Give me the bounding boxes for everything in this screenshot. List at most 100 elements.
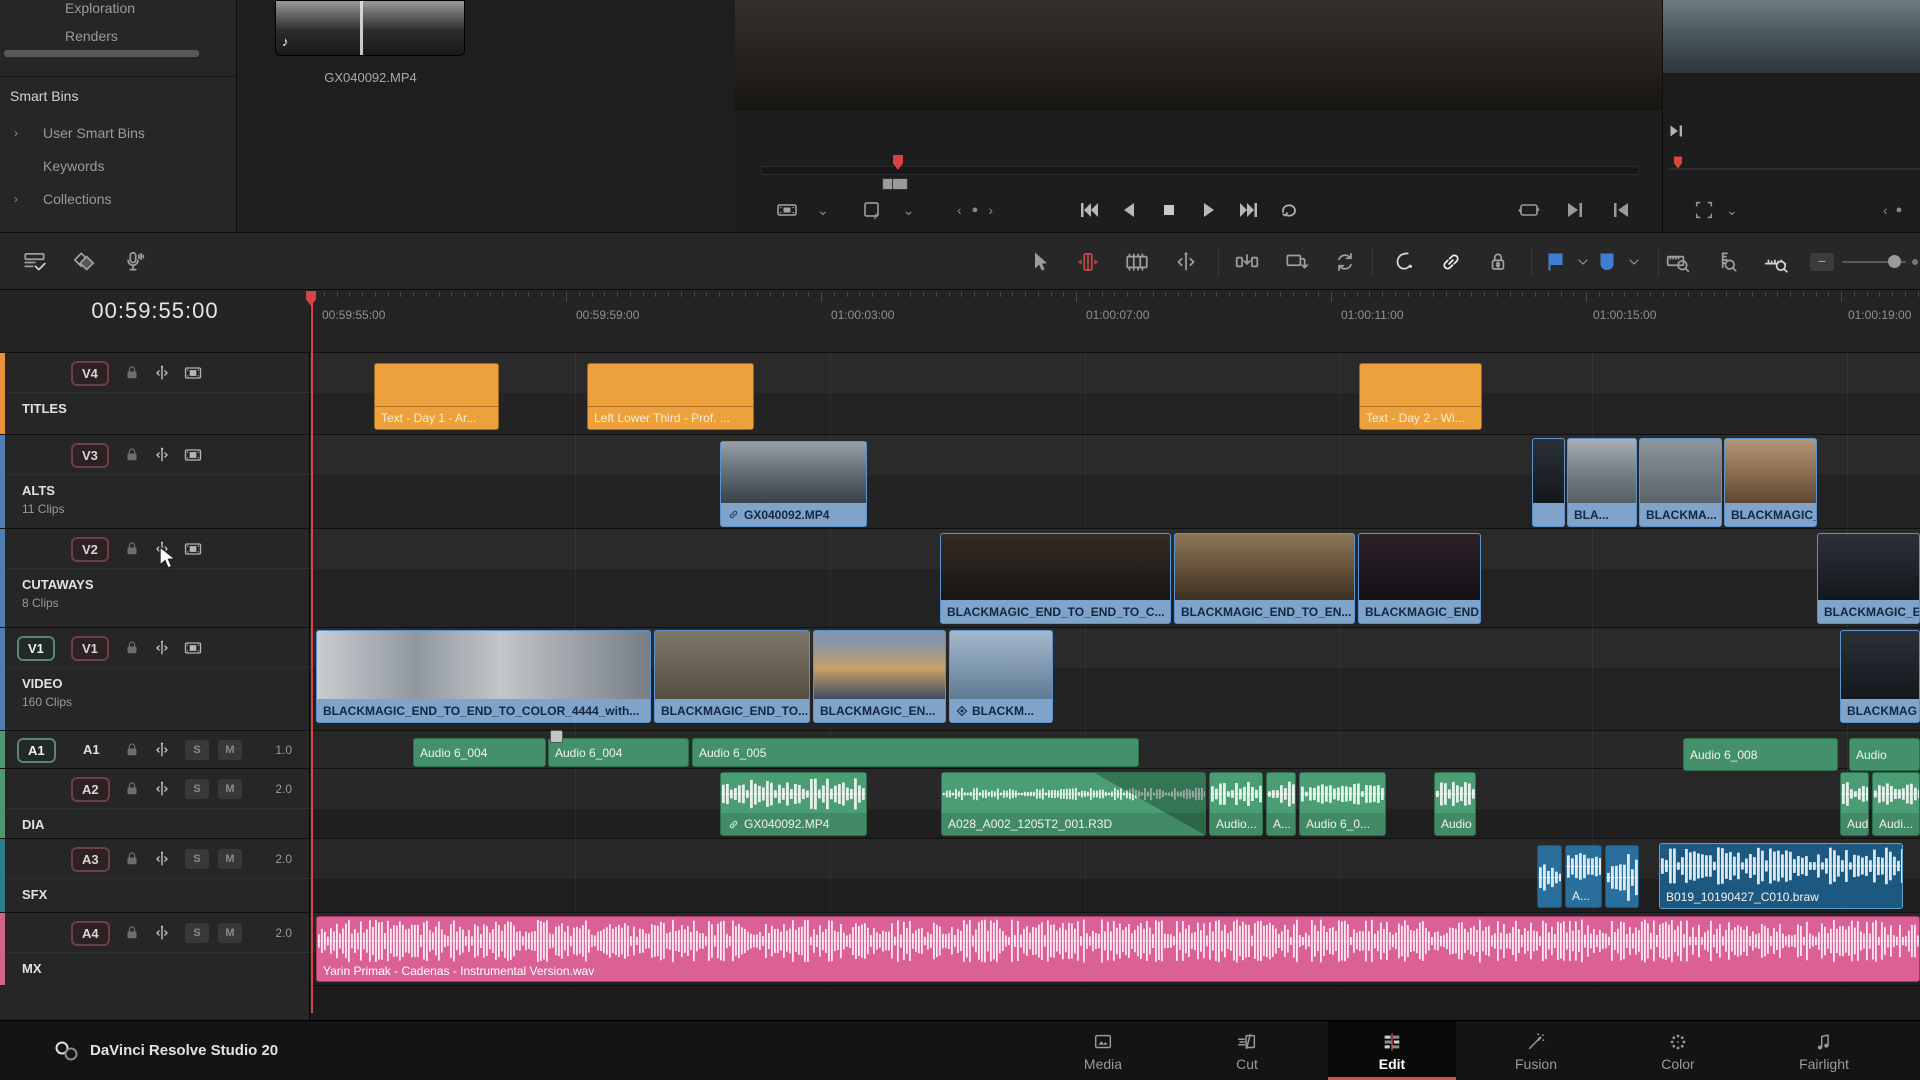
jump-next-edit-icon[interactable] — [1665, 120, 1687, 142]
tab-edit[interactable]: Edit — [1328, 1021, 1456, 1080]
chevron-down-icon[interactable] — [1570, 249, 1596, 275]
marker-icon[interactable] — [1594, 249, 1620, 275]
play-to-end-icon[interactable] — [1561, 196, 1589, 224]
tab-color[interactable]: Color — [1614, 1021, 1742, 1080]
timeline-clip-sfx[interactable] — [1537, 845, 1562, 908]
crop-corners-icon[interactable] — [1690, 196, 1718, 224]
current-clip-dot-icon[interactable]: ● — [972, 204, 979, 216]
solo-button[interactable]: S — [185, 923, 209, 943]
timeline-clip-audio[interactable]: Audio ... — [1434, 772, 1476, 836]
track-header-A3[interactable]: A3SM2.0SFX — [0, 838, 310, 912]
timeline-clip-music[interactable]: Yarin Primak - Cadenas - Instrumental Ve… — [316, 916, 1920, 982]
skip-back-icon[interactable] — [1607, 196, 1635, 224]
timeline-clip-video[interactable]: BLACKMAGIC_E — [1817, 533, 1920, 624]
auto-select-icon[interactable] — [151, 637, 173, 659]
timeline-clip-video[interactable]: BLACKMAGIC_END_TO_END_TO_COLOR_4444_with… — [316, 630, 651, 723]
voiceover-mic-icon[interactable] — [120, 249, 146, 275]
overwrite-clip-icon[interactable] — [1283, 249, 1309, 275]
sidebar-scrollbar[interactable] — [4, 50, 199, 57]
zoom-slider-handle[interactable] — [1888, 255, 1901, 268]
destination-badge-V1[interactable]: V1 — [17, 636, 55, 661]
timeline-clip-audio[interactable]: Audio 6_008 — [1683, 738, 1838, 771]
track-name-V3[interactable]: ALTS — [22, 483, 55, 498]
first-frame-icon[interactable] — [1075, 196, 1103, 224]
timeline-clip-audio[interactable]: Aud... — [1840, 772, 1869, 836]
timeline-clip-audio[interactable]: Audio... — [1209, 772, 1263, 836]
secondary-video-frame[interactable] — [1663, 0, 1920, 73]
sidebar-item-collections[interactable]: Collections — [43, 191, 111, 207]
zoom-full-icon[interactable] — [1665, 249, 1691, 275]
sidebar-item-renders[interactable]: Renders — [65, 28, 118, 44]
chevron-down-icon[interactable] — [1621, 249, 1647, 275]
zoom-detail-icon[interactable] — [1714, 249, 1740, 275]
link-clips-icon[interactable] — [1438, 249, 1464, 275]
track-name-A3[interactable]: SFX — [22, 887, 47, 902]
mute-button[interactable]: M — [218, 779, 242, 799]
lock-icon[interactable] — [121, 362, 143, 384]
chevron-down-icon[interactable]: ⌄ — [817, 202, 829, 219]
sidebar-item-exploration[interactable]: Exploration — [65, 0, 135, 16]
filmstrip-icon[interactable] — [182, 637, 204, 659]
track-badge-V1[interactable]: V1 — [71, 636, 109, 661]
play-reverse-icon[interactable] — [1115, 196, 1143, 224]
timeline-clip-audio[interactable]: Audio 6_004 — [548, 738, 689, 767]
lock-icon[interactable] — [121, 637, 143, 659]
timeline-clip-video[interactable]: BLACKMAGIC_EN... — [813, 630, 946, 723]
timeline-clip-video[interactable]: BLACKMAGIC_E... — [1724, 438, 1817, 527]
zoom-out-button[interactable]: − — [1810, 253, 1834, 271]
timeline-clip-video[interactable]: BLACKMAG — [1840, 630, 1920, 723]
timeline-clip-video[interactable]: BLACKMAGIC_END_TO_... — [1358, 533, 1481, 624]
lock-icon[interactable] — [121, 778, 143, 800]
solo-button[interactable]: S — [185, 849, 209, 869]
clip-audio-icon[interactable]: ♪ — [859, 196, 887, 224]
chevron-down-icon[interactable]: ⌄ — [1726, 202, 1738, 219]
timeline-clip-audio[interactable]: Audio — [1849, 738, 1920, 771]
timeline-ruler[interactable]: 00:59:55:0000:59:59:0001:00:03:0001:00:0… — [310, 290, 1920, 352]
track-name-V2[interactable]: CUTAWAYS — [22, 577, 94, 592]
tab-fusion[interactable]: Fusion — [1472, 1021, 1600, 1080]
auto-select-icon[interactable] — [151, 778, 173, 800]
destination-badge-A1[interactable]: A1 — [17, 738, 56, 763]
mute-button[interactable]: M — [218, 849, 242, 869]
solo-button[interactable]: S — [185, 740, 209, 760]
current-clip-dot-icon[interactable]: ● — [1896, 204, 1903, 216]
track-badge-V3[interactable]: V3 — [71, 443, 109, 468]
next-clip-icon[interactable]: › — [988, 202, 993, 218]
solo-button[interactable]: S — [185, 779, 209, 799]
snapping-icon[interactable] — [1391, 249, 1417, 275]
chevron-down-icon[interactable]: ⌄ — [903, 202, 915, 219]
track-header-V3[interactable]: V3ALTS11 Clips — [0, 434, 310, 528]
insert-clip-icon[interactable] — [1234, 249, 1260, 275]
chevron-right-icon[interactable]: › — [14, 126, 18, 140]
track-header-V2[interactable]: V2CUTAWAYS8 Clips — [0, 528, 310, 627]
secondary-playhead-pin[interactable] — [1674, 157, 1682, 169]
track-name-A2[interactable]: DIA — [22, 817, 44, 832]
dynamic-trim-icon[interactable] — [1173, 249, 1199, 275]
position-lock-icon[interactable] — [1485, 249, 1511, 275]
timeline-clip-audio[interactable]: Audio 6_004 — [413, 738, 546, 767]
timeline-clip-audio[interactable]: A028_A002_1205T2_001.R3D — [941, 772, 1206, 836]
tab-fairlight[interactable]: Fairlight — [1760, 1021, 1888, 1080]
auto-select-icon[interactable] — [151, 739, 173, 761]
flag-icon[interactable] — [1543, 249, 1569, 275]
lock-icon[interactable] — [121, 922, 143, 944]
loop-icon[interactable] — [1275, 196, 1303, 224]
timeline-clip-title[interactable]: Text - Day 1 - Ar... — [374, 363, 499, 430]
track-header-V4[interactable]: V4TITLES — [0, 352, 310, 434]
track-name-V1[interactable]: VIDEO — [22, 676, 62, 691]
auto-select-icon[interactable] — [151, 848, 173, 870]
previous-clip-icon[interactable]: ‹ — [957, 202, 962, 218]
timeline-clip-video[interactable] — [1532, 438, 1565, 527]
pointer-icon[interactable] — [1027, 249, 1053, 275]
filmstrip-icon[interactable] — [773, 196, 801, 224]
mute-button[interactable]: M — [218, 923, 242, 943]
track-header-A4[interactable]: A4SM2.0MX — [0, 912, 310, 985]
track-header-A1[interactable]: A1A1SM1.0 — [0, 730, 310, 768]
timeline-clip-title[interactable]: Left Lower Third - Prof. ... — [587, 363, 754, 430]
track-badge-A3[interactable]: A3 — [71, 847, 110, 872]
timeline-clip-sfx[interactable]: B019_10190427_C010.braw — [1659, 843, 1903, 909]
timeline-clip-sfx[interactable]: A... — [1565, 845, 1602, 908]
timeline-clip-video[interactable]: GX040092.MP4 — [720, 441, 867, 527]
timeline-clip-audio[interactable]: GX040092.MP4 — [720, 772, 867, 836]
timeline-clip-sfx[interactable] — [1605, 845, 1639, 908]
